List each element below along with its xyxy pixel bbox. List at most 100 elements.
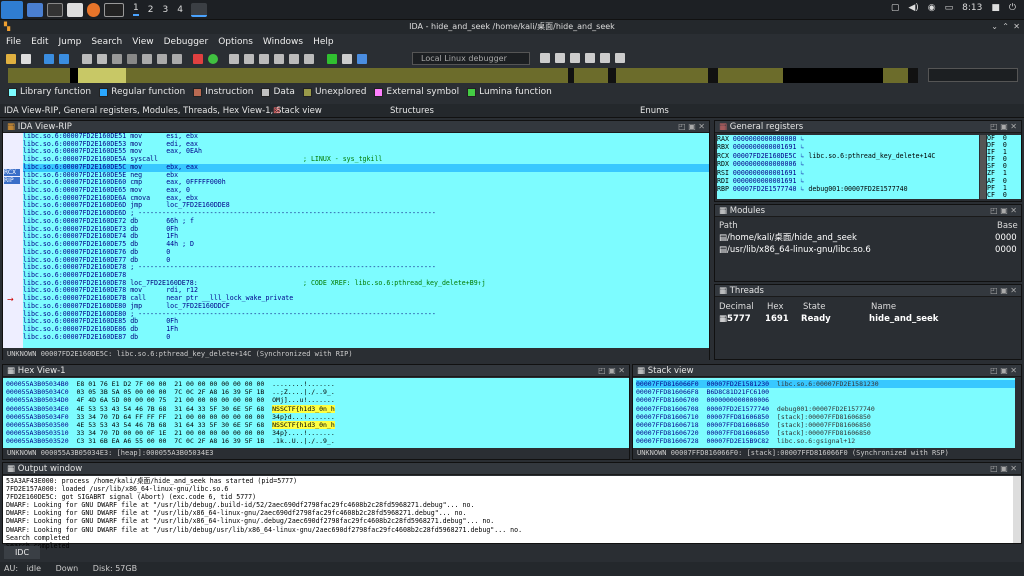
navigation-band[interactable] (8, 68, 918, 83)
menu-options[interactable]: Options (218, 37, 253, 47)
undefine-icon[interactable] (172, 53, 182, 64)
panel-controls[interactable]: ◰ ▣ ✕ (990, 365, 1017, 377)
stack-row[interactable]: 00007FFD81606700 0000000000000006 (636, 396, 1015, 404)
hex-row[interactable]: 000055A3B05034F0 33 34 70 7D 64 FF FF FF… (6, 413, 629, 421)
nav-band-select[interactable] (928, 68, 1018, 82)
clock[interactable]: 8:13 (962, 3, 982, 13)
stop-icon[interactable] (357, 53, 367, 64)
register-jump-icon[interactable]: ↳ (796, 185, 808, 193)
workspace-2[interactable]: 2 (148, 5, 154, 15)
disasm-line[interactable]: libc.so.6:00007FD2E160DE5A syscall ; LINU… (23, 155, 709, 164)
disasm-line[interactable]: libc.so.6:00007FD2E160DE87 db 0 (23, 333, 709, 342)
flags-list[interactable]: OF 0 DF 0 IF 1 TF 0 SF 0 ZF 1 AF 0 PF 1 CF 0 (987, 134, 1021, 199)
terminal-icon[interactable] (104, 2, 124, 17)
flag-row[interactable]: CF 0 (987, 191, 1021, 199)
battery-icon[interactable]: ▭ (945, 3, 954, 13)
menu-windows[interactable]: Windows (263, 37, 303, 47)
hex-row[interactable]: 000055A3B0503520 C3 31 6B EA A6 55 00 00… (6, 437, 629, 445)
lumina-icon[interactable] (208, 53, 218, 64)
run-icon[interactable] (327, 53, 337, 64)
stack-row[interactable]: 00007FFD81606718 00007FFD81606850 [stack… (636, 421, 1015, 429)
panel-controls[interactable]: ◰ ▣ ✕ (990, 463, 1017, 475)
stack-row[interactable]: 00007FFD81606708 00007FD2E1577740 debug0… (636, 405, 1015, 413)
modules-col-base[interactable]: Base (997, 220, 1018, 232)
panel-controls[interactable]: ◰ ▣ ✕ (678, 121, 705, 133)
graph-icon[interactable] (229, 53, 239, 64)
tab-close-icon[interactable]: ⊠ (273, 105, 280, 117)
registers-scrollbar[interactable] (980, 135, 986, 199)
register-row[interactable]: RAX 0000000000000000 ↳ (717, 135, 979, 143)
step-out-icon[interactable] (585, 53, 595, 63)
text-search-icon[interactable] (97, 53, 107, 64)
disasm-line[interactable]: libc.so.6:00007FD2E160DE78 loc_7FD2E160D… (23, 279, 709, 288)
register-list[interactable]: RAX 0000000000000000 ↳ RBX 0000000000001… (717, 135, 979, 199)
desktop-icon[interactable] (27, 2, 43, 17)
menu-file[interactable]: File (6, 37, 21, 47)
panel-controls[interactable]: ◰ ▣ ✕ (598, 365, 625, 377)
output-scrollbar[interactable] (1013, 476, 1021, 543)
register-jump-icon[interactable]: ↳ (796, 160, 808, 168)
menu-view[interactable]: View (132, 37, 153, 47)
tab-enums[interactable]: Enums (640, 105, 669, 117)
workspace-4[interactable]: 4 (177, 5, 183, 15)
stack-row[interactable]: 00007FFD816066F8 B6D8C81D21FC6100 (636, 388, 1015, 396)
panel-controls[interactable]: ◰ ▣ ✕ (990, 285, 1017, 297)
hex-row[interactable]: 000055A3B05034D0 4F 4D 6A 5D 00 00 00 75… (6, 396, 629, 404)
register-row[interactable]: RDX 0000000000000006 ↳ (717, 160, 979, 168)
flow-icon[interactable] (244, 53, 254, 64)
font-icon[interactable] (193, 53, 203, 64)
notifications-icon[interactable]: ▢ (891, 3, 900, 13)
hex-row[interactable]: 000055A3B0503510 33 34 70 7D 00 00 0F 1E… (6, 429, 629, 437)
hex-row[interactable]: 000055A3B05034B0 E8 01 76 E1 D2 7F 00 00… (6, 380, 629, 388)
debugger-select[interactable]: Local Linux debugger (412, 52, 530, 65)
ida-taskbar-icon[interactable] (190, 2, 207, 17)
trace-icon[interactable] (600, 53, 610, 63)
cross-icon[interactable] (304, 53, 314, 64)
back-icon[interactable] (44, 53, 54, 64)
xref-icon[interactable] (259, 53, 269, 64)
panel-controls[interactable]: ◰ ▣ ✕ (990, 121, 1017, 133)
workspace-1[interactable]: 1 (133, 3, 139, 16)
pause-icon[interactable] (342, 53, 352, 64)
close-icon[interactable]: ✕ (1013, 20, 1020, 34)
register-jump-icon[interactable]: ↳ (796, 143, 808, 151)
menu-debugger[interactable]: Debugger (164, 37, 209, 47)
menu-jump[interactable]: Jump (59, 37, 82, 47)
thread-row[interactable]: ▦ 5777 1691 Ready hide_and_seek (715, 313, 1021, 325)
binary-search-icon[interactable] (82, 53, 92, 64)
string-icon[interactable] (142, 53, 152, 64)
menu-help[interactable]: Help (313, 37, 334, 47)
breakpoint-icon[interactable] (274, 53, 284, 64)
module-row[interactable]: ▤ /usr/lib/x86_64-linux-gnu/libc.so.6 000… (715, 244, 1021, 256)
kali-menu-icon[interactable] (1, 0, 23, 19)
save-icon[interactable] (21, 53, 31, 64)
stack-row[interactable]: 00007FFD81606710 00007FFD81606850 [stack… (636, 413, 1015, 421)
hex-dump[interactable]: 000055A3B05034B0 E8 01 76 E1 D2 7F 00 00… (3, 378, 629, 448)
output-log[interactable]: 53A3AF43E000: process /home/kali/桌面/hide… (3, 476, 1013, 550)
module-row[interactable]: ▤ /home/kali/桌面/hide_and_seek 0000 (715, 232, 1021, 244)
register-jump-icon[interactable]: ↳ (796, 169, 808, 177)
panel-controls[interactable]: ◰ ▣ ✕ (990, 205, 1017, 217)
menu-edit[interactable]: Edit (31, 37, 48, 47)
code-icon[interactable] (112, 53, 122, 64)
threads-col-name[interactable]: Name (871, 301, 896, 313)
register-jump-icon[interactable]: ↳ (796, 177, 808, 185)
register-jump-icon[interactable]: ↳ (796, 135, 808, 143)
register-row[interactable]: RBX 0000000000001691 ↳ (717, 143, 979, 151)
stack-list[interactable]: 00007FFD816066F0 00007FD2E1581230 libc.s… (633, 378, 1015, 448)
threads-col-state[interactable]: State (803, 301, 871, 313)
stack-row[interactable]: 00007FFD816066F0 00007FD2E1581230 libc.s… (636, 380, 1015, 389)
hex-row[interactable]: 000055A3B0503500 4E 53 53 43 54 46 7B 68… (6, 420, 629, 429)
register-row[interactable]: RBP 00007FD2E1577740 ↳ debug001:00007FD2… (717, 185, 979, 193)
step-over-icon[interactable] (555, 53, 565, 63)
stack-row[interactable]: 00007FFD81606720 00007FFD81606850 [stack… (636, 429, 1015, 437)
threads-col-hex[interactable]: Hex (767, 301, 803, 313)
workspace-3[interactable]: 3 (162, 5, 168, 15)
firefox-icon[interactable] (87, 2, 100, 17)
watch-icon[interactable] (615, 53, 625, 63)
idc-button[interactable]: IDC (4, 546, 40, 559)
terminal-launcher-icon[interactable] (47, 2, 63, 17)
volume-icon[interactable]: ◀) (908, 3, 918, 13)
disassembly-listing[interactable]: RCX RIP → libc.so.6:00007FD2E160DE51 mov… (3, 132, 709, 348)
files-icon[interactable] (67, 2, 83, 17)
